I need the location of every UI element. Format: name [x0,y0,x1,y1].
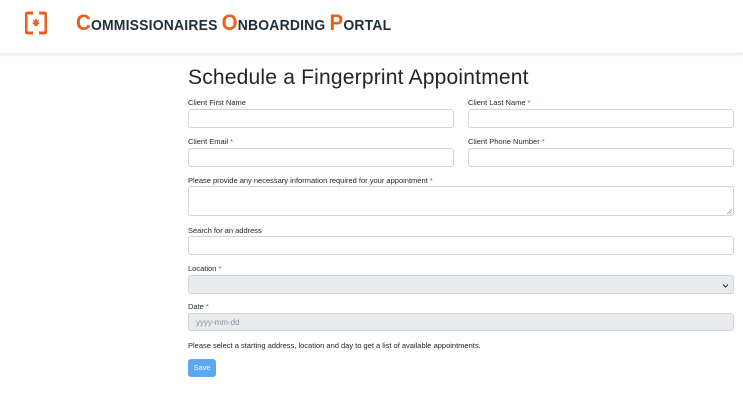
address-label-text: Search for an address [188,226,262,235]
location-label: Location * [188,264,221,274]
form-container: Schedule a Fingerprint Appointment [188,64,734,92]
resize-handle-icon[interactable] [727,209,732,214]
last-name-field[interactable] [468,109,734,128]
chevron-down-icon [722,284,729,288]
brand-rest-3: ORTAL [343,17,392,34]
location-label-text: Location [188,264,217,273]
first-name-field[interactable] [188,109,454,128]
maple-leaf-logo-icon [25,11,47,35]
info-textarea[interactable] [188,186,734,216]
top-header: COMMISSIONAIRES ONBOARDING PORTAL [0,0,743,54]
required-mark: * [541,137,545,146]
required-mark: * [218,264,222,273]
date-placeholder: yyyy-mm-dd [196,317,240,327]
availability-hint: Please select a starting address, locati… [188,341,481,350]
location-select[interactable] [188,275,734,294]
last-name-label: Client Last Name * [468,98,531,108]
brand-cap-2: O [221,10,238,35]
first-name-label-text: Client First Name [188,98,246,107]
first-name-label: Client First Name [188,98,246,108]
brand-rest-1: OMMISSIONAIRES [90,17,222,34]
phone-field[interactable] [468,148,734,167]
date-input[interactable]: yyyy-mm-dd [188,313,734,331]
required-mark: * [230,137,234,146]
address-search-input[interactable] [188,236,734,255]
brand-rest-2: NBOARDING [237,17,330,34]
address-label: Search for an address [188,226,262,236]
last-name-label-text: Client Last Name [468,98,526,107]
brand-title[interactable]: COMMISSIONAIRES ONBOARDING PORTAL [76,12,391,37]
save-button[interactable]: Save [188,359,216,377]
phone-label: Client Phone Number * [468,137,545,147]
required-mark: * [205,302,209,311]
brand-cap-3: P [329,10,344,35]
info-label: Please provide any necessary information… [188,176,433,186]
required-mark: * [527,98,531,107]
phone-label-text: Client Phone Number [468,137,540,146]
date-label-text: Date [188,302,204,311]
email-field[interactable] [188,148,454,167]
page-title: Schedule a Fingerprint Appointment [188,66,529,89]
brand-cap-1: C [76,10,91,35]
email-label: Client Email * [188,137,233,147]
date-label: Date * [188,302,209,312]
required-mark: * [429,176,433,185]
email-label-text: Client Email [188,137,229,146]
info-label-text: Please provide any necessary information… [188,176,428,185]
